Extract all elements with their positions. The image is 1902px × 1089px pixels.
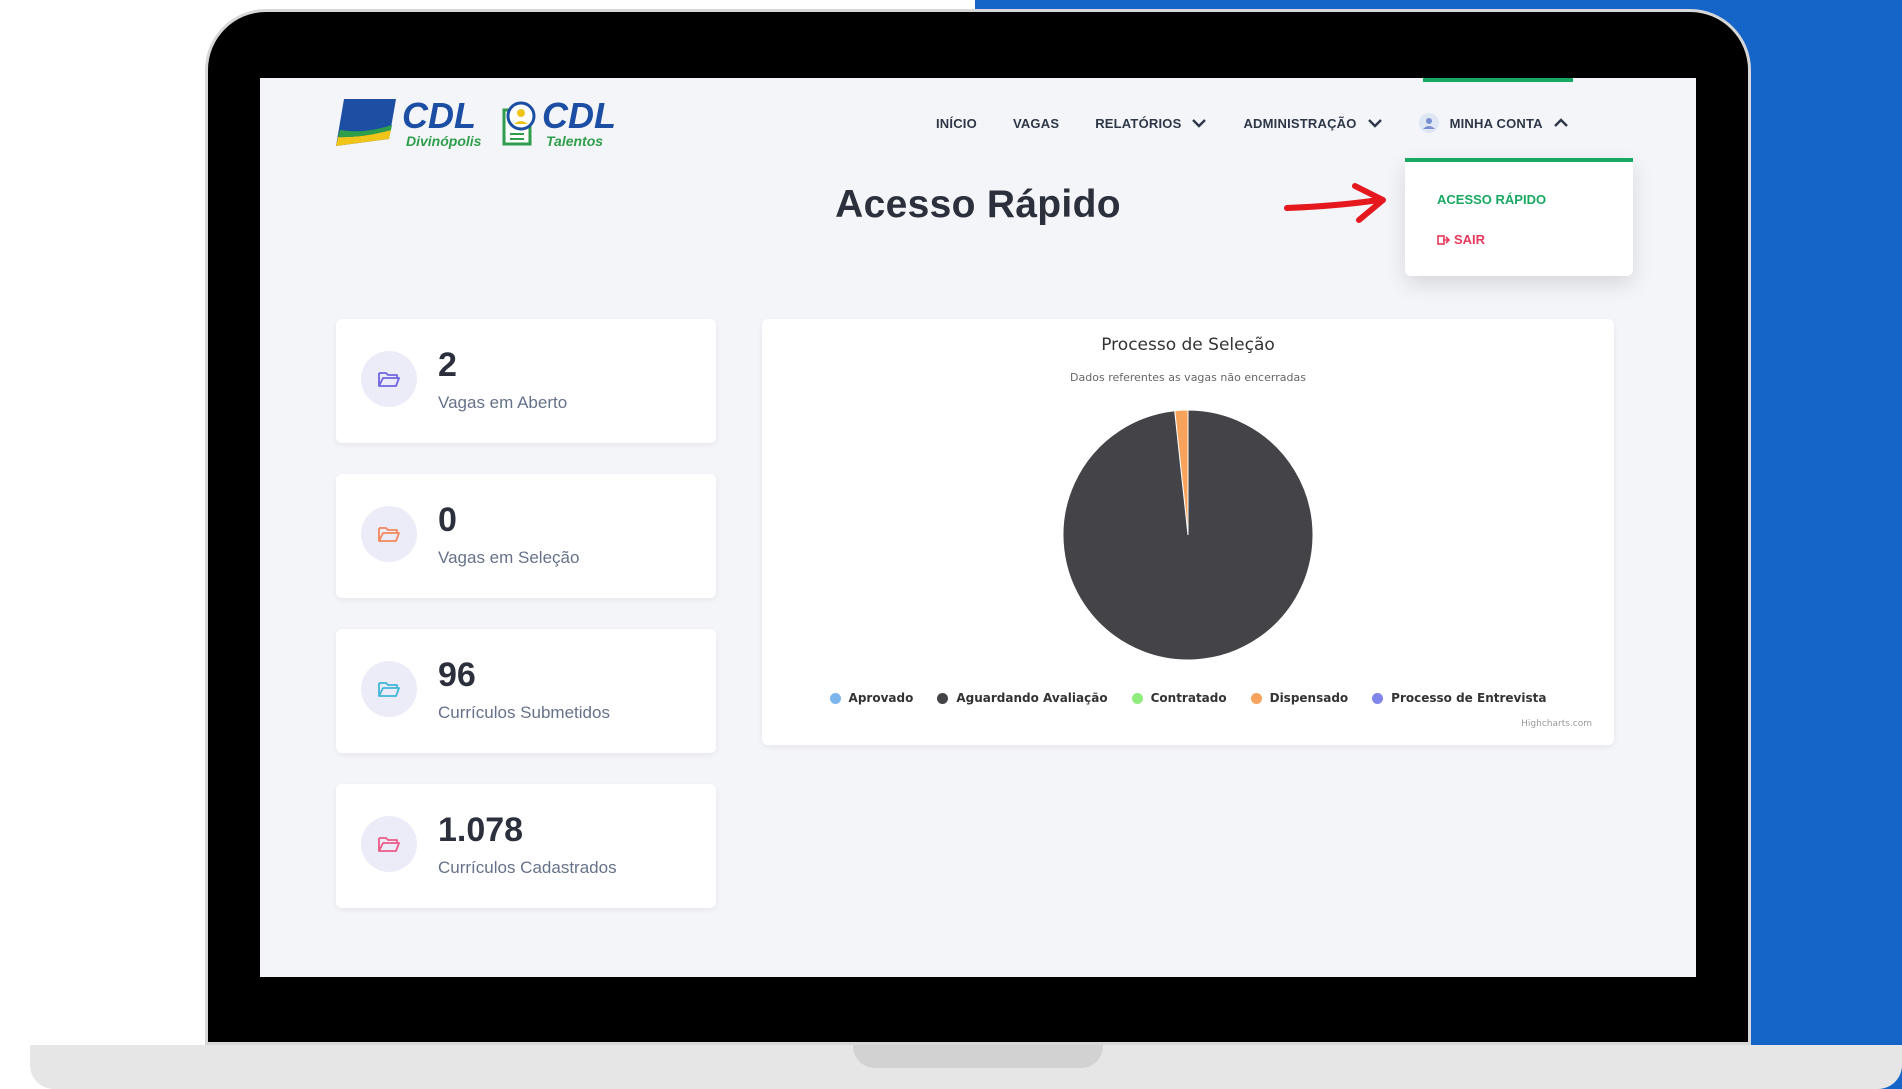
stat-value: 2 (438, 346, 457, 384)
logo1-text: CDL (402, 95, 476, 136)
nav-vagas[interactable]: VAGAS (1013, 116, 1059, 131)
logout-icon (1437, 234, 1451, 245)
chevron-down-icon (1192, 119, 1207, 128)
stat-card-curriculos-cadastrados[interactable]: 1.078 Currículos Cadastrados (336, 784, 716, 908)
chart-credits[interactable]: Highcharts.com (1521, 719, 1592, 729)
card-icon-circle (361, 816, 417, 872)
stat-value: 96 (438, 656, 476, 694)
chart-subtitle: Dados referentes as vagas não encerradas (1070, 371, 1306, 384)
legend-item[interactable]: Aprovado (829, 691, 914, 705)
folder-open-icon (378, 837, 400, 852)
folder-open-icon (378, 527, 400, 542)
stat-label: Currículos Submetidos (438, 703, 610, 722)
chart-legend: Aprovado Aguardando Avaliação Contratado Di… (762, 691, 1614, 705)
legend-dot-icon (829, 692, 841, 704)
nav-relatorios-label: RELATÓRIOS (1095, 115, 1182, 131)
nav-minha-conta[interactable]: MINHA CONTA (1418, 113, 1569, 133)
stat-value: 0 (438, 501, 457, 539)
selection-process-chart: Processo de Seleção Dados referentes as … (762, 319, 1614, 745)
pie-chart (1062, 409, 1314, 661)
nav-relatorios[interactable]: RELATÓRIOS (1095, 116, 1207, 131)
card-icon-circle (361, 351, 417, 407)
card-icon-circle (361, 661, 417, 717)
dropdown-sair-label: SAIR (1454, 232, 1486, 247)
nav-inicio-label: INÍCIO (936, 115, 977, 131)
nav-inicio[interactable]: INÍCIO (936, 116, 977, 131)
brand-logo[interactable]: CDL Divinópolis CDL Talentos (334, 94, 616, 154)
dropdown-sair[interactable]: SAIR (1437, 232, 1485, 247)
chevron-up-icon (1553, 118, 1568, 127)
stat-card-vagas-selecao[interactable]: 0 Vagas em Seleção (336, 474, 716, 598)
app-screen: CDL Divinópolis CDL Talentos INÍCIO VAGA… (260, 78, 1696, 977)
laptop-notch (853, 1040, 1103, 1068)
legend-label: Dispensado (1269, 691, 1349, 705)
legend-dot-icon (1131, 692, 1143, 704)
legend-item[interactable]: Processo de Entrevista (1372, 691, 1546, 705)
chart-title: Processo de Seleção (1101, 335, 1275, 355)
logo2-sub: Talentos (546, 133, 603, 149)
logo1-sub: Divinópolis (406, 133, 482, 149)
legend-label: Processo de Entrevista (1391, 691, 1547, 705)
stat-label: Vagas em Seleção (438, 548, 580, 567)
legend-label: Aprovado (848, 691, 914, 705)
nav-administracao[interactable]: ADMINISTRAÇÃO (1243, 116, 1382, 131)
folder-open-icon (378, 372, 400, 387)
account-active-indicator (1423, 78, 1573, 82)
legend-dot-icon (1372, 692, 1384, 704)
legend-label: Contratado (1150, 691, 1227, 705)
folder-open-icon (378, 682, 400, 697)
chevron-down-icon (1367, 119, 1382, 128)
legend-item[interactable]: Contratado (1131, 691, 1227, 705)
stat-label: Currículos Cadastrados (438, 858, 617, 877)
user-avatar-icon (1418, 113, 1439, 133)
stat-card-curriculos-submetidos[interactable]: 96 Currículos Submetidos (336, 629, 716, 753)
stat-value: 1.078 (438, 811, 524, 849)
legend-dot-icon (1250, 692, 1262, 704)
legend-label: Aguardando Avaliação (956, 691, 1108, 705)
page-title: Acesso Rápido (835, 183, 1121, 226)
cdl-divinopolis-logo: CDL Divinópolis CDL Talentos (336, 95, 616, 149)
card-icon-circle (361, 506, 417, 562)
stat-card-vagas-aberto[interactable]: 2 Vagas em Aberto (336, 319, 716, 443)
legend-dot-icon (937, 692, 949, 704)
pie-slice-aguardando-avaliação[interactable] (1062, 409, 1314, 661)
nav-administracao-label: ADMINISTRAÇÃO (1243, 115, 1357, 131)
legend-item[interactable]: Aguardando Avaliação (937, 691, 1108, 705)
nav-minha-conta-label: MINHA CONTA (1449, 115, 1543, 131)
main-nav: INÍCIO VAGAS RELATÓRIOS ADMINISTRAÇÃO MI… (936, 108, 1605, 138)
stat-label: Vagas em Aberto (438, 393, 568, 412)
nav-vagas-label: VAGAS (1012, 115, 1060, 131)
legend-item[interactable]: Dispensado (1250, 691, 1349, 705)
logo2-text: CDL (542, 95, 614, 136)
